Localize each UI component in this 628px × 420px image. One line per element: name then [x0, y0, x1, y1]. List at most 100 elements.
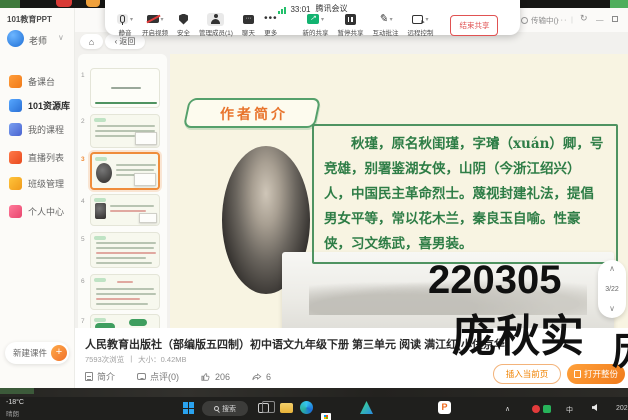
- pause-share-button[interactable]: 暂停共享: [337, 12, 363, 37]
- drive-app-icon[interactable]: [360, 401, 373, 414]
- chevron-down-icon[interactable]: ▾: [321, 16, 324, 23]
- lesson-prep-icon: [9, 75, 22, 88]
- chevron-down-icon[interactable]: ▾: [425, 16, 428, 23]
- user-name: 老师: [29, 34, 47, 47]
- new-courseware-button[interactable]: 新建课件 +: [5, 342, 69, 364]
- resource-stats: 7593次浏览 | 大小：0.42MB: [85, 354, 187, 365]
- resource-actions: 简介 点评(0) 206 6: [85, 370, 271, 383]
- comment-bubble-icon: [137, 373, 146, 380]
- home-button[interactable]: ⌂: [80, 34, 103, 49]
- file-icon: [574, 370, 581, 378]
- slide-thumbnail-4[interactable]: [90, 194, 160, 226]
- tencent-meeting-toolbar: 33:01 腾讯会议 ▾ 静音 ▾ 开启视频 安全 管理成员(1) ⋯ 聊天 •…: [105, 0, 520, 35]
- thumbs-up-icon: [201, 372, 211, 382]
- refresh-icon[interactable]: ↻: [580, 13, 588, 24]
- microsoft-store-icon[interactable]: [320, 411, 332, 420]
- windows-taskbar: -18°C 晴朗 搜索 P ∧ 中 202: [0, 397, 628, 420]
- page-up-button[interactable]: ∧: [609, 265, 615, 273]
- slide-thumbnail-panel: 1 2 3 4 5: [78, 54, 167, 336]
- maximize-button[interactable]: [612, 16, 618, 22]
- mute-button[interactable]: ▾ 静音: [117, 12, 133, 37]
- slide-thumbnail-3-selected[interactable]: [90, 152, 160, 190]
- back-chevron-icon: ‹: [115, 37, 118, 46]
- comment-tab[interactable]: 点评(0): [137, 370, 179, 383]
- live-list-icon: [9, 151, 22, 164]
- chevron-down-icon[interactable]: ∨: [58, 33, 64, 42]
- pause-icon: [345, 14, 356, 25]
- more-menu-button[interactable]: ···: [557, 15, 568, 24]
- thumb-portrait: [96, 163, 112, 183]
- insert-current-page-button[interactable]: 插入当前页: [493, 364, 561, 384]
- stats-divider: |: [130, 354, 132, 365]
- annotation-button[interactable]: ✎▾ 互动批注: [372, 12, 398, 37]
- taskbar-clock[interactable]: 202: [616, 405, 628, 412]
- page-navigator: ∧ 3/22 ∨: [598, 260, 626, 318]
- sidebar-item-label: 直播列表: [28, 151, 64, 164]
- ime-indicator[interactable]: 中: [566, 405, 573, 415]
- sidebar-item-live-list[interactable]: 直播列表: [0, 146, 75, 168]
- file-explorer-icon[interactable]: [280, 403, 293, 413]
- chat-bubble-icon: ⋯: [243, 15, 254, 24]
- sidebar-item-personal-center[interactable]: 个人中心: [0, 200, 75, 222]
- new-share-button[interactable]: ↗▾ 新的共享: [302, 12, 328, 37]
- taskbar-temperature[interactable]: -18°C: [6, 399, 24, 406]
- app-logo: 101教育PPT: [7, 14, 52, 25]
- page-indicator: 3/22: [605, 286, 619, 293]
- volume-icon[interactable]: [592, 404, 597, 411]
- chat-button[interactable]: ⋯ 聊天: [242, 12, 255, 37]
- file-size: 大小：0.42MB: [138, 354, 186, 365]
- transfer-status[interactable]: 传输中(): [521, 15, 559, 26]
- new-courseware-label: 新建课件: [13, 347, 47, 359]
- chevron-down-icon[interactable]: ▾: [390, 16, 393, 23]
- start-button[interactable]: [183, 402, 195, 414]
- ppt-app-icon[interactable]: P: [438, 401, 451, 414]
- author-bio-text: 秋瑾，原名秋闺瑾，字璿（xuán）卿，号竞雄，别署鉴湖女侠，山阴（今浙江绍兴）人…: [312, 124, 618, 264]
- my-courses-icon: [9, 123, 22, 136]
- home-icon: ⌂: [89, 37, 94, 47]
- wallpaper-moss: [0, 388, 34, 394]
- remote-control-button[interactable]: ▾ 远程控制: [407, 12, 433, 37]
- minimize-button[interactable]: —: [596, 15, 604, 24]
- intro-tab[interactable]: 简介: [85, 370, 115, 383]
- sidebar-item-label: 备课台: [28, 75, 55, 88]
- chevron-down-icon[interactable]: ▾: [130, 16, 133, 23]
- edge-browser-icon[interactable]: [300, 401, 313, 414]
- slide-thumbnail-5[interactable]: [90, 232, 160, 268]
- back-label: 返回: [119, 36, 135, 47]
- class-manage-icon: [9, 177, 22, 190]
- security-button[interactable]: 安全: [177, 12, 190, 37]
- avatar[interactable]: [7, 30, 24, 47]
- green-tray-icon[interactable]: [543, 405, 551, 413]
- start-video-button[interactable]: ▾ 开启视频: [142, 12, 168, 37]
- camera-off-icon: [147, 15, 159, 23]
- slide-thumbnail-1[interactable]: [90, 68, 160, 108]
- wallpaper-green-left: [0, 0, 20, 8]
- more-button[interactable]: ••• 更多: [264, 12, 278, 37]
- thumb-number: 5: [81, 236, 85, 243]
- sidebar-item-resource-library[interactable]: 101资源库: [0, 94, 75, 116]
- tray-expand-chevron[interactable]: ∧: [505, 405, 510, 413]
- microphone-icon: [120, 15, 125, 23]
- slide-preview[interactable]: 作者简介 秋瑾，原名秋闺瑾，字璿（xuán）卿，号竞雄，别署鉴湖女侠，山阴（今浙…: [170, 54, 628, 336]
- open-full-file-button[interactable]: 打开整份: [567, 364, 625, 384]
- share-screen-icon: ↗: [307, 14, 319, 24]
- sidebar-item-class-manage[interactable]: 班级管理: [0, 172, 75, 194]
- resource-title: 人民教育出版社（部编版五四制）初中语文九年级下册 第三单元 阅读 满江红(小住京…: [85, 336, 509, 352]
- page-down-button[interactable]: ∨: [609, 305, 615, 313]
- taskbar-weather[interactable]: 晴朗: [6, 408, 19, 418]
- like-button[interactable]: 206: [201, 372, 230, 382]
- end-share-button[interactable]: 结束共享: [450, 15, 498, 36]
- task-view-button[interactable]: [258, 403, 269, 413]
- ink-painting-image: [282, 252, 614, 336]
- slide-thumbnail-6[interactable]: [90, 274, 160, 310]
- share-button[interactable]: 6: [252, 372, 271, 382]
- slide-thumbnail-2[interactable]: [90, 114, 160, 148]
- red-tray-icon[interactable]: [532, 405, 540, 413]
- manage-members-button[interactable]: 管理成员(1): [199, 12, 233, 37]
- thumb-photo: [139, 213, 157, 223]
- sidebar: 101教育PPT 老师 ∨ 备课台 101资源库 我的课程 直播列表 班级管理 …: [0, 8, 75, 388]
- view-count: 7593次浏览: [85, 354, 124, 365]
- sidebar-item-lesson-prep[interactable]: 备课台: [0, 70, 75, 92]
- sidebar-item-my-courses[interactable]: 我的课程: [0, 118, 75, 140]
- taskbar-search[interactable]: 搜索: [202, 401, 248, 416]
